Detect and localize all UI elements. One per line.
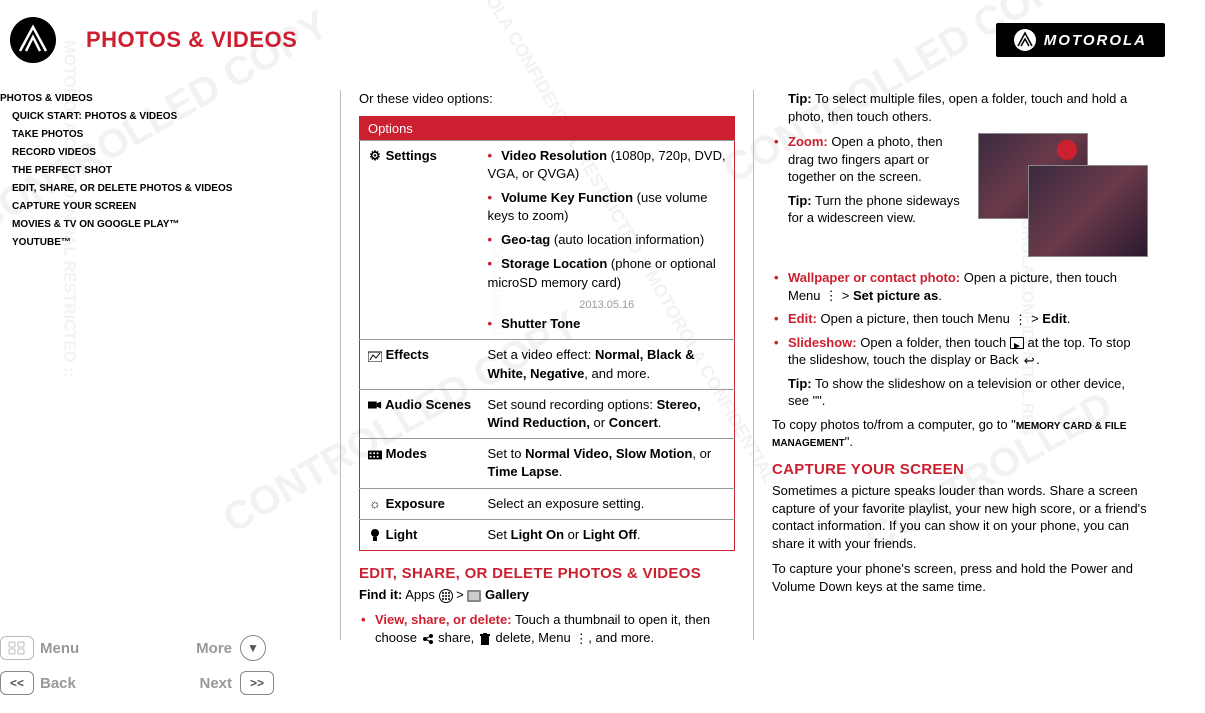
list-item: View, share, or delete: Touch a thumbnai… [359, 611, 735, 646]
sidebar-item[interactable]: RECORD VIDEOS [0, 144, 340, 162]
gear-icon: ⚙ [368, 149, 382, 163]
film-icon [368, 448, 382, 462]
list-item: Zoom: Open a photo, then drag two finger… [772, 133, 1148, 227]
video-options-intro: Or these video options: [359, 90, 735, 108]
sidebar-item[interactable]: YOUTUBE™ [0, 234, 340, 252]
motorola-small-icon [1014, 29, 1036, 51]
menu-dots-icon: ⋮ [1013, 313, 1027, 327]
list-item: Slideshow: Open a folder, then touch at … [772, 334, 1148, 410]
share-icon [421, 632, 435, 646]
next-button[interactable]: Next [140, 675, 240, 692]
menu-dots-icon: ⋮ [574, 632, 588, 646]
sidebar-nav: PHOTOS & VIDEOS QUICK START: PHOTOS & VI… [0, 90, 340, 252]
sidebar-item[interactable]: THE PERFECT SHOT [0, 162, 340, 180]
back-arrow-icon: ↩ [1022, 354, 1036, 368]
back-button[interactable]: Back [40, 675, 140, 692]
apps-grid-icon [439, 589, 453, 603]
play-box-icon [1010, 337, 1024, 349]
brand-badge: MOTOROLA [996, 23, 1165, 57]
menu-button[interactable]: Menu [40, 640, 140, 657]
next-icon[interactable]: >> [240, 671, 274, 695]
list-item: Edit: Open a picture, then touch Menu ⋮ … [772, 310, 1148, 328]
tip-text: Tip: To select multiple files, open a fo… [772, 90, 1148, 125]
sidebar-item[interactable]: EDIT, SHARE, OR DELETE PHOTOS & VIDEOS [0, 180, 340, 198]
table-header: Options [360, 116, 735, 140]
trash-icon [478, 632, 492, 646]
section-heading-capture: CAPTURE YOUR SCREEN [772, 461, 1148, 478]
watermark-date: 2013.05.16 [488, 298, 727, 313]
more-down-icon[interactable]: ▼ [240, 635, 266, 661]
effects-icon [368, 349, 382, 363]
back-icon[interactable]: << [0, 671, 34, 695]
sidebar-item[interactable]: TAKE PHOTOS [0, 126, 340, 144]
gallery-icon [467, 589, 481, 603]
more-button[interactable]: More [140, 640, 240, 657]
menu-dots-icon: ⋮ [824, 289, 838, 303]
camcorder-icon [368, 398, 382, 412]
page-title: PHOTOS & VIDEOS [86, 27, 297, 53]
find-it-line: Find it: Apps > Gallery [359, 586, 735, 604]
video-options-table: Options ⚙ Settings • Video Resolution (1… [359, 116, 735, 551]
list-item: Wallpaper or contact photo: Open a pictu… [772, 269, 1148, 304]
copy-photos-text: To copy photos to/from a computer, go to… [772, 416, 1148, 451]
sidebar-item[interactable]: CAPTURE YOUR SCREEN [0, 198, 340, 216]
menu-grid-icon[interactable] [0, 636, 34, 660]
sidebar-item[interactable]: MOVIES & TV ON GOOGLE PLAY™ [0, 216, 340, 234]
capture-p2: To capture your phone's screen, press an… [772, 560, 1148, 595]
sidebar-item[interactable]: PHOTOS & VIDEOS [0, 90, 340, 108]
section-heading-edit: EDIT, SHARE, OR DELETE PHOTOS & VIDEOS [359, 565, 735, 582]
brightness-icon: ☼ [368, 497, 382, 511]
sidebar-item[interactable]: QUICK START: PHOTOS & VIDEOS [0, 108, 340, 126]
motorola-logo-icon [10, 17, 56, 63]
bulb-icon [368, 528, 382, 542]
capture-p1: Sometimes a picture speaks louder than w… [772, 482, 1148, 552]
